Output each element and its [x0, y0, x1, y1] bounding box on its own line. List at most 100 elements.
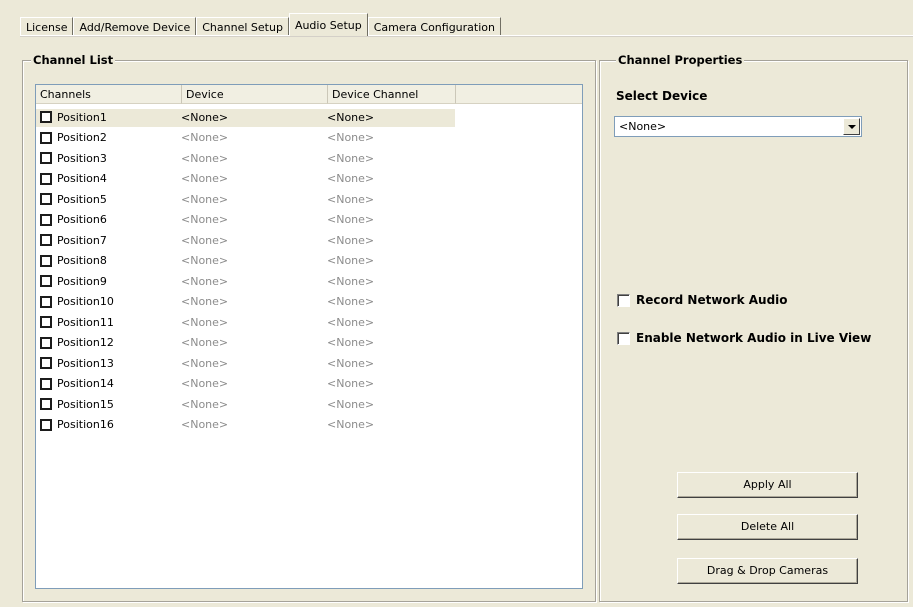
tab-add-remove-device[interactable]: Add/Remove Device: [73, 17, 197, 36]
enable-network-audio-live-checkbox[interactable]: [617, 331, 630, 345]
tab-baseline-shadow: [20, 36, 913, 37]
table-row[interactable]: Position9 <None> <None>: [40, 271, 447, 291]
channel-list-view[interactable]: Channels Device Device Channel Position1…: [35, 84, 583, 589]
table-row[interactable]: Position16 <None> <None>: [40, 415, 447, 435]
dropdown-button[interactable]: [843, 118, 860, 135]
device-cell: <None>: [181, 192, 229, 206]
channel-checkbox[interactable]: [40, 418, 52, 431]
device-cell: <None>: [181, 274, 229, 288]
device-channel-cell: <None>: [327, 356, 375, 370]
channel-name: Position2: [57, 131, 107, 144]
device-channel-cell: <None>: [327, 213, 375, 226]
device-cell: <None>: [181, 315, 229, 329]
column-header-empty: [456, 85, 582, 104]
select-device-label: Select Device: [616, 89, 708, 103]
table-row[interactable]: Position15 <None> <None>: [40, 394, 447, 414]
apply-all-button[interactable]: Apply All: [677, 472, 858, 498]
channel-checkbox[interactable]: [40, 398, 52, 410]
device-channel-cell: <None>: [327, 192, 375, 206]
tab-license[interactable]: License: [20, 17, 74, 36]
device-cell: <None>: [181, 397, 229, 411]
channel-checkbox[interactable]: [40, 357, 52, 369]
channel-name: Position4: [57, 172, 107, 185]
device-cell: <None>: [181, 172, 229, 185]
channel-name: Position8: [57, 254, 107, 267]
channel-name: Position12: [57, 336, 114, 349]
table-row[interactable]: Position12 <None> <None>: [40, 333, 447, 353]
table-row[interactable]: Position10 <None> <None>: [40, 292, 447, 312]
channel-name: Position7: [57, 233, 107, 247]
table-row[interactable]: Position13 <None> <None>: [40, 353, 447, 373]
table-row[interactable]: Position5 <None> <None>: [40, 189, 447, 209]
tab-camera-configuration[interactable]: Camera Configuration: [367, 17, 501, 36]
device-channel-cell: <None>: [327, 254, 375, 267]
device-cell: <None>: [181, 213, 229, 226]
device-cell: <None>: [181, 295, 229, 308]
channel-checkbox[interactable]: [40, 275, 52, 287]
table-row[interactable]: Position4 <None> <None>: [40, 169, 447, 189]
channel-name: Position15: [57, 397, 114, 411]
device-cell: <None>: [181, 254, 229, 267]
device-cell: <None>: [181, 233, 229, 247]
channel-name: Position5: [57, 192, 107, 206]
record-network-audio-label: Record Network Audio: [636, 293, 788, 307]
channel-list-title: Channel List: [31, 53, 116, 67]
table-row[interactable]: Position6 <None> <None>: [40, 210, 447, 230]
channel-name: Position3: [57, 151, 107, 165]
device-cell: <None>: [181, 131, 229, 144]
select-device-value: <None>: [619, 120, 667, 133]
channel-name: Position10: [57, 295, 114, 308]
table-row[interactable]: Position8 <None> <None>: [40, 251, 447, 271]
device-cell: <None>: [181, 336, 229, 349]
channel-checkbox[interactable]: [40, 254, 52, 267]
tab-strip: License Add/Remove Device Channel Setup …: [20, 13, 501, 36]
device-channel-cell: <None>: [327, 274, 375, 288]
channel-name: Position16: [57, 418, 114, 431]
table-row[interactable]: Position3 <None> <None>: [40, 148, 447, 168]
device-cell: <None>: [181, 377, 229, 390]
table-row[interactable]: Position7 <None> <None>: [40, 230, 447, 250]
select-device-dropdown[interactable]: <None>: [614, 116, 862, 137]
table-row[interactable]: Position2 <None> <None>: [40, 128, 447, 148]
device-channel-cell: <None>: [327, 131, 375, 144]
enable-network-audio-live-option[interactable]: Enable Network Audio in Live View: [617, 331, 871, 345]
delete-all-button[interactable]: Delete All: [677, 514, 858, 540]
device-channel-cell: <None>: [327, 172, 375, 185]
drag-drop-cameras-button[interactable]: Drag & Drop Cameras: [677, 558, 858, 584]
channel-checkbox[interactable]: [40, 172, 52, 185]
tab-audio-setup[interactable]: Audio Setup: [288, 13, 368, 36]
device-channel-cell: <None>: [327, 315, 375, 329]
device-channel-cell: <None>: [327, 233, 375, 247]
device-cell: <None>: [181, 110, 229, 124]
list-header: Channels Device Device Channel: [36, 85, 582, 104]
channel-checkbox[interactable]: [40, 295, 52, 308]
column-header-device-channel[interactable]: Device Channel: [328, 85, 456, 104]
channel-checkbox[interactable]: [40, 316, 52, 328]
channel-checkbox[interactable]: [40, 131, 52, 144]
channel-checkbox[interactable]: [40, 377, 52, 390]
column-header-device[interactable]: Device: [182, 85, 328, 104]
channel-checkbox[interactable]: [40, 152, 52, 164]
channel-name: Position6: [57, 213, 107, 226]
device-channel-cell: <None>: [327, 295, 375, 308]
channel-checkbox[interactable]: [40, 111, 52, 123]
channel-checkbox[interactable]: [40, 213, 52, 226]
column-header-channels[interactable]: Channels: [36, 85, 182, 104]
tab-channel-setup[interactable]: Channel Setup: [196, 17, 289, 36]
channel-name: Position13: [57, 356, 114, 370]
record-network-audio-option[interactable]: Record Network Audio: [617, 293, 788, 307]
channel-checkbox[interactable]: [40, 193, 52, 205]
table-row[interactable]: Position14 <None> <None>: [40, 374, 447, 394]
channel-checkbox[interactable]: [40, 336, 52, 349]
device-channel-cell: <None>: [327, 336, 375, 349]
channel-checkbox[interactable]: [40, 234, 52, 246]
device-cell: <None>: [181, 356, 229, 370]
record-network-audio-checkbox[interactable]: [617, 293, 630, 307]
chevron-down-icon: [847, 124, 856, 129]
table-row[interactable]: Position11 <None> <None>: [40, 312, 447, 332]
device-channel-cell: <None>: [327, 418, 375, 431]
device-channel-cell: <None>: [327, 397, 375, 411]
device-cell: <None>: [181, 151, 229, 165]
device-channel-cell: <None>: [327, 377, 375, 390]
table-row[interactable]: Position1 <None> <None>: [36, 107, 455, 127]
